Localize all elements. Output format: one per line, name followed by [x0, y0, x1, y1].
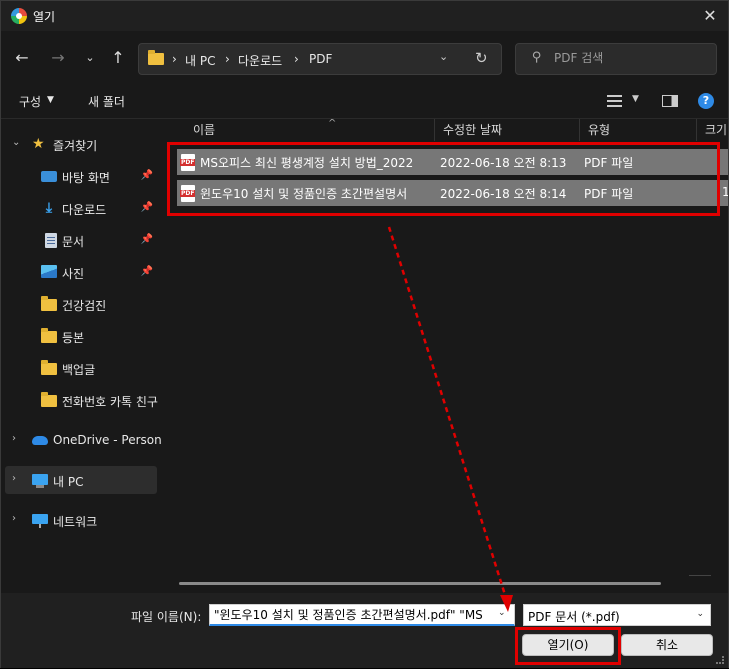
breadcrumb-this-pc[interactable]: 내 PC	[185, 52, 215, 69]
command-bar: 구성 ▼ 새 폴더 ▼ ?	[1, 83, 728, 119]
recent-locations-chevron-icon[interactable]: ⌄	[79, 47, 101, 69]
sidebar-item-network[interactable]: › 네트워크	[5, 506, 157, 534]
column-header-label: 이름	[193, 123, 216, 137]
sidebar-item-label: 등본	[62, 331, 85, 345]
sidebar-item-label: 즐겨찾기	[53, 139, 98, 153]
sidebar-item-label: 다운로드	[62, 203, 107, 217]
desktop-icon	[41, 171, 57, 182]
help-icon[interactable]: ?	[698, 93, 714, 109]
chrome-app-icon	[11, 8, 27, 24]
preview-pane-icon[interactable]	[662, 95, 678, 107]
view-options-icon[interactable]	[607, 95, 622, 107]
breadcrumb-pdf[interactable]: PDF	[309, 52, 332, 66]
folder-icon	[148, 50, 164, 65]
expand-chevron-icon[interactable]: ›	[12, 513, 16, 524]
sidebar-item-desktop[interactable]: 바탕 화면 📌	[5, 162, 157, 190]
filename-input[interactable]	[209, 604, 515, 626]
address-dropdown-icon[interactable]: ⌄	[439, 50, 448, 63]
sidebar-item-folder-health[interactable]: 건강검진	[5, 290, 157, 318]
forward-arrow-icon[interactable]: →	[47, 47, 69, 69]
sidebar-item-label: 내 PC	[53, 475, 84, 489]
refresh-icon[interactable]: ↻	[475, 49, 488, 67]
chevron-down-icon: ⌄	[696, 609, 704, 619]
breadcrumb-separator-icon[interactable]: ›	[225, 52, 230, 66]
sidebar-item-folder-registry[interactable]: 등본	[5, 322, 157, 350]
cloud-icon	[32, 436, 48, 445]
network-icon	[32, 514, 48, 528]
search-icon: ⚲	[532, 50, 542, 65]
sidebar-item-onedrive[interactable]: › OneDrive - Personal	[5, 426, 161, 454]
download-icon: ⤓	[45, 200, 53, 216]
filetype-select[interactable]: PDF 문서 (*.pdf) ⌄	[523, 604, 711, 626]
document-icon	[45, 233, 57, 248]
back-arrow-icon[interactable]: ←	[11, 47, 33, 69]
pin-icon: 📌	[140, 234, 153, 245]
star-icon: ★	[32, 136, 45, 152]
pictures-icon	[41, 265, 57, 278]
folder-icon	[41, 296, 57, 311]
sidebar-item-label: 네트워크	[53, 515, 98, 529]
cancel-button[interactable]: 취소	[621, 634, 713, 656]
breadcrumb-downloads[interactable]: 다운로드	[238, 52, 282, 69]
file-size: 1	[722, 185, 728, 199]
pin-icon: 📌	[140, 202, 153, 213]
breadcrumb-separator-icon[interactable]: ›	[172, 52, 177, 66]
column-header-size[interactable]: 크기	[697, 119, 728, 141]
computer-icon	[32, 474, 48, 488]
new-folder-button[interactable]: 새 폴더	[88, 93, 125, 110]
sidebar-item-pictures[interactable]: 사진 📌	[5, 258, 157, 286]
title-bar: 열기 ✕	[1, 1, 728, 31]
up-arrow-icon[interactable]: ↑	[107, 47, 129, 69]
horizontal-scrollbar[interactable]	[179, 582, 661, 585]
sidebar-item-documents[interactable]: 문서 📌	[5, 226, 157, 254]
column-header-type[interactable]: 유형	[580, 119, 697, 141]
folder-icon	[41, 392, 57, 407]
filetype-value: PDF 문서 (*.pdf)	[528, 610, 620, 624]
resize-grip-icon[interactable]	[716, 656, 724, 664]
search-box[interactable]: ⚲	[515, 43, 717, 75]
organize-dropdown-icon[interactable]: ▼	[47, 95, 54, 105]
column-header-label: 유형	[588, 123, 611, 137]
sidebar-item-downloads[interactable]: ⤓ 다운로드 📌	[5, 194, 157, 222]
navigation-pane: ⌄ ★ 즐겨찾기 바탕 화면 📌 ⤓ 다운로드 📌 문서 📌 사진 📌 건강검진	[1, 119, 161, 593]
sidebar-item-quick-access[interactable]: ⌄ ★ 즐겨찾기	[5, 130, 157, 158]
close-icon[interactable]: ✕	[698, 4, 722, 28]
column-header-date[interactable]: 수정한 날짜	[435, 119, 580, 141]
sidebar-item-label: 전화번호 카톡 친구	[62, 395, 158, 409]
expand-chevron-icon[interactable]: ⌄	[12, 137, 20, 148]
filename-label: 파일 이름(N):	[131, 610, 202, 624]
sidebar-item-label: 건강검진	[62, 299, 107, 313]
search-input[interactable]	[554, 51, 704, 65]
expand-chevron-icon[interactable]: ›	[12, 473, 16, 484]
view-dropdown-icon[interactable]: ▼	[632, 94, 639, 104]
sidebar-item-label: 사진	[62, 267, 85, 281]
column-header-label: 수정한 날짜	[443, 123, 503, 137]
folder-icon	[41, 360, 57, 375]
column-header-name[interactable]: ^ 이름	[185, 119, 435, 141]
files-highlight-box	[167, 142, 720, 216]
folder-icon	[41, 328, 57, 343]
sidebar-item-folder-backup[interactable]: 백업글	[5, 354, 157, 382]
sidebar-item-this-pc[interactable]: › 내 PC	[5, 466, 157, 494]
expand-chevron-icon[interactable]: ›	[12, 433, 16, 444]
breadcrumb-separator-icon[interactable]: ›	[294, 52, 299, 66]
navigation-bar: ← → ⌄ ↑ › 내 PC › 다운로드 › PDF ⌄ ↻ ⚲	[1, 31, 728, 83]
pin-icon: 📌	[140, 170, 153, 181]
open-file-dialog: 열기 ✕ ← → ⌄ ↑ › 내 PC › 다운로드 › PDF ⌄ ↻ ⚲ 구…	[0, 0, 729, 668]
open-button-highlight-box	[515, 627, 621, 665]
pin-icon: 📌	[140, 266, 153, 277]
sort-ascending-icon: ^	[328, 119, 337, 129]
column-header-label: 크기	[705, 123, 728, 137]
sidebar-item-label: 바탕 화면	[62, 171, 110, 185]
sidebar-item-label: OneDrive - Personal	[53, 433, 161, 447]
sidebar-item-label: 백업글	[62, 363, 96, 377]
scrollbar-track	[689, 575, 711, 576]
filename-dropdown-icon[interactable]: ⌄	[498, 608, 506, 618]
sidebar-item-folder-contacts[interactable]: 전화번호 카톡 친구	[5, 386, 158, 414]
address-bar[interactable]: › 내 PC › 다운로드 › PDF ⌄ ↻	[138, 43, 502, 75]
dialog-title: 열기	[33, 10, 56, 24]
sidebar-item-label: 문서	[62, 235, 85, 249]
organize-menu[interactable]: 구성	[19, 93, 41, 110]
